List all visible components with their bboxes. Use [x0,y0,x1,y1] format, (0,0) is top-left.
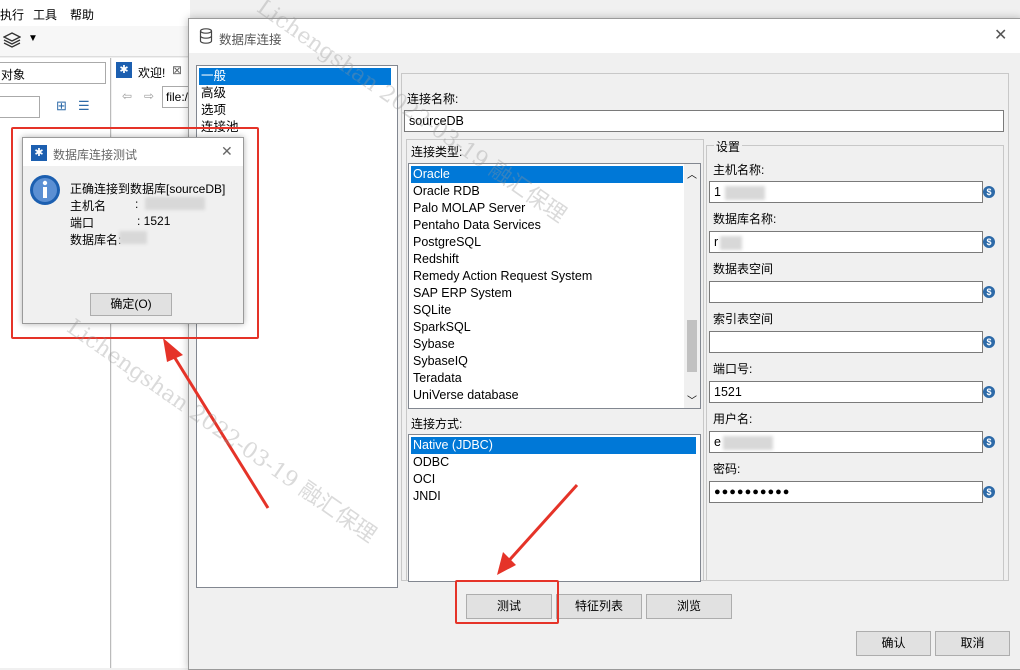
background-edge [1013,240,1020,440]
annotation-arrows [163,338,579,575]
